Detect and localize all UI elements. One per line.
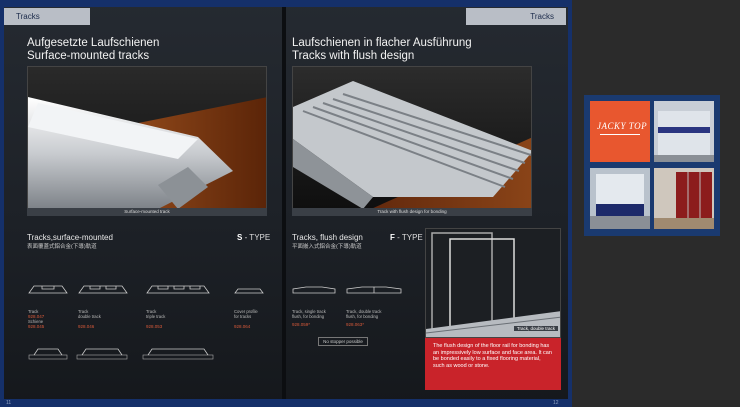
frame-left — [0, 0, 4, 407]
profile-desc-triple-track: triple track — [146, 314, 166, 319]
right-type-suffix: - TYPE — [394, 233, 423, 242]
profile-code-928063: 928.063* — [346, 322, 365, 327]
install-drawing-3 — [142, 348, 214, 360]
profile-code-928046: 928.046 — [78, 324, 95, 329]
profile-desc-flush-double: flush, for bonding — [346, 314, 379, 319]
promo-photo-office — [590, 168, 650, 229]
right-section-sub: 平面嵌入式鋁合金(下導)軌道 — [292, 244, 362, 250]
profile-drawing-flush-double — [346, 286, 402, 294]
left-section-title: Tracks,surface-mounted — [27, 233, 113, 242]
double-track-inset-photo: Track, double track — [425, 228, 561, 338]
profile-drawing-triple-track — [146, 285, 210, 294]
right-heading-en: Tracks with flush design — [292, 50, 415, 62]
surface-track-image — [28, 67, 266, 215]
install-drawing-2 — [76, 348, 128, 360]
right-section-title: Tracks, flush design — [292, 233, 363, 242]
brand-logo-tile: JACKY TOP — [590, 101, 650, 162]
catalog-spread: Tracks Tracks Aufgesetzte Laufschienen S… — [0, 0, 572, 407]
gutter — [282, 0, 286, 407]
profile-code-928059: 928.059* — [292, 322, 311, 327]
left-heading-en: Surface-mounted tracks — [27, 50, 150, 62]
frame-right — [568, 0, 572, 407]
profile-desc-cover: for tracks — [234, 314, 252, 319]
left-page-number: 11 — [6, 400, 12, 406]
profile-code-928053: 928.053 — [146, 324, 163, 329]
profile-code-928064: 928.064 — [234, 324, 251, 329]
profile-drawing-track — [28, 285, 68, 294]
promo-photo-wardrobe — [654, 168, 714, 229]
left-tab: Tracks — [4, 8, 90, 25]
inset-caption: Track, double track — [513, 326, 558, 331]
surface-track-photo — [27, 66, 267, 216]
frame-bottom — [0, 399, 572, 407]
profile-drawing-flush-single — [292, 286, 336, 294]
right-type-label: F - TYPE — [390, 233, 423, 242]
promo-card[interactable]: JACKY TOP — [584, 95, 720, 236]
profile-drawing-cover — [234, 288, 264, 294]
frame-top — [0, 0, 572, 7]
promo-photo-glass-partition — [654, 101, 714, 162]
right-tab: Tracks — [466, 8, 566, 25]
left-type-suffix: - TYPE — [242, 233, 271, 242]
flush-track-image — [293, 67, 531, 215]
left-heading-de: Aufgesetzte Laufschienen — [27, 37, 160, 49]
profile-drawing-double-track — [78, 285, 128, 294]
profile-desc-flush-single: flush, for bonding — [292, 314, 325, 319]
left-section-sub: 表面覆蓋式鋁合金(下導)軌道 — [27, 244, 97, 250]
install-drawing-1 — [28, 348, 68, 360]
flush-design-note: The flush design of the floor rail for b… — [425, 338, 561, 390]
left-type-label: S - TYPE — [237, 233, 270, 242]
brand-logo-underline — [600, 134, 640, 137]
right-heading-de: Laufschienen in flacher Ausführung — [292, 37, 472, 49]
no-stopper-note: No stopper possible — [318, 337, 368, 346]
right-page-number: 12 — [553, 400, 559, 406]
left-photo-caption: Surface-mounted track — [27, 208, 267, 216]
right-photo-caption: Track with flush design for bonding — [292, 208, 532, 216]
profile-desc-double-track: double track — [78, 314, 101, 319]
flush-track-photo — [292, 66, 532, 216]
brand-logo: JACKY TOP — [597, 121, 648, 131]
profile-code-928045: 928.045 — [28, 324, 45, 329]
double-track-inset-image — [426, 229, 560, 337]
